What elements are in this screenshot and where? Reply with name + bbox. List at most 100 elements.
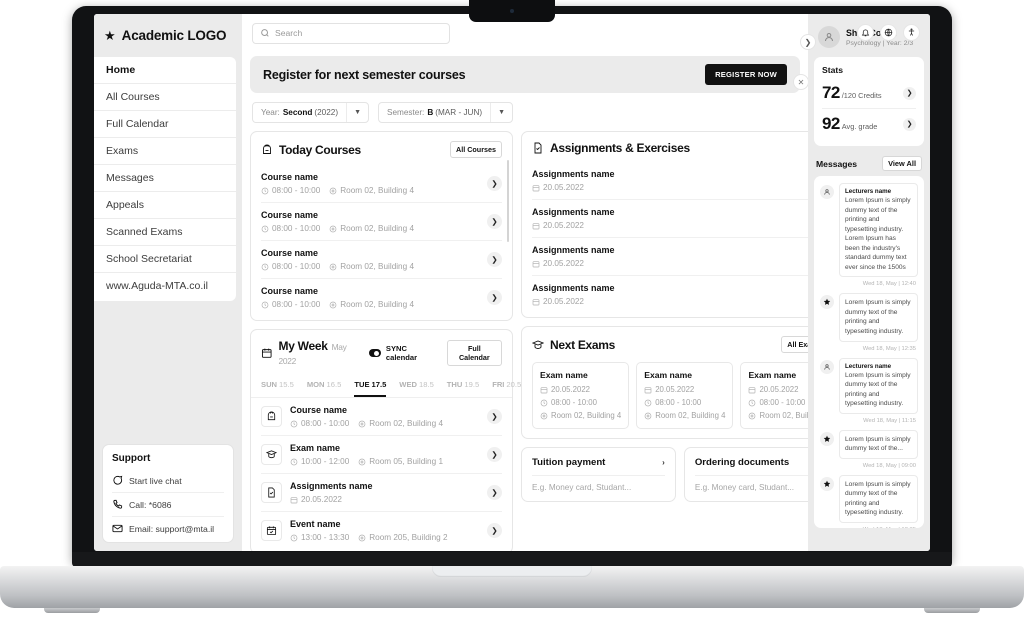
sync-calendar-toggle[interactable]: SYNC calendar Full Calendar [368, 340, 502, 366]
stat-credits[interactable]: 72 /120 Credits ❯ [822, 78, 916, 108]
toggle-switch[interactable] [368, 349, 381, 357]
day-tab-mon[interactable]: MON 16.5 [307, 376, 342, 397]
chevron-right-icon[interactable]: ❯ [487, 485, 502, 500]
phone-icon [113, 499, 123, 509]
screen-content: ★ Academic LOGO Home All Courses Full Ca… [94, 14, 930, 551]
exam-room: Room 02, Building 4 [748, 411, 808, 420]
list-item[interactable]: Exam name 10:00 - 12:00 Room 05, Buildin… [261, 436, 502, 474]
sidebar-item-all-courses[interactable]: All Courses [94, 84, 236, 111]
today-courses-header: Today Courses All Courses [251, 132, 512, 165]
course-title: Course name [261, 210, 319, 220]
list-item[interactable]: Lecturers name Lorem Ipsum is simply dum… [820, 183, 918, 278]
exam-card[interactable]: Exam name 20.05.2022 08:00 - 10:00 Room … [532, 362, 630, 429]
chevron-right-icon[interactable]: ❯ [487, 523, 502, 538]
list-item[interactable]: Lorem Ipsum is simply dummy text of the.… [820, 429, 918, 459]
course-title: Course name [261, 248, 319, 258]
stat-avg-grade[interactable]: 92 Avg. grade ❯ [822, 109, 916, 139]
close-banner-button[interactable]: ✕ [793, 74, 808, 90]
sidebar-item-messages[interactable]: Messages [94, 165, 236, 192]
ordering-documents-card[interactable]: Ordering documents › E.g. Money card, St… [683, 447, 808, 502]
list-item[interactable]: Lecturers name Lorem Ipsum is simply dum… [820, 357, 918, 414]
list-item[interactable]: Course name 08:00 - 10:00 Room 02, Build… [261, 398, 502, 436]
support-call[interactable]: Call: *6086 [112, 493, 224, 517]
clock-icon [290, 420, 298, 427]
sidebar-item-appeals[interactable]: Appeals [94, 192, 236, 219]
day-tab-sun[interactable]: SUN 15.5 [261, 376, 294, 397]
table-row[interactable]: Course name 08:00 - 10:00 Room 02, Build… [261, 165, 502, 203]
table-row[interactable]: Assignments name 20.05.2022 ❯ [532, 238, 808, 276]
sidebar-item-aguda-link[interactable]: www.Aguda-MTA.co.il [94, 273, 236, 299]
support-email[interactable]: Email: support@mta.il [112, 517, 224, 536]
next-exams-strip: Exam name 20.05.2022 08:00 - 10:00 Room … [522, 360, 808, 438]
document-check-icon [534, 142, 542, 154]
message-text: Lorem Ipsum is simply dummy text of the … [845, 371, 911, 408]
day-tab-thu[interactable]: THU 19.5 [447, 376, 479, 397]
chevron-right-icon[interactable]: › [662, 458, 665, 467]
table-row[interactable]: Course name 08:00 - 10:00 Room 02, Build… [261, 241, 502, 279]
support-live-chat[interactable]: Start live chat [112, 469, 224, 493]
chevron-right-icon[interactable]: ❯ [487, 176, 502, 191]
sidebar-item-full-calendar[interactable]: Full Calendar [94, 111, 236, 138]
next-exams-header: Next Exams All Exams [522, 327, 808, 360]
user-icon [820, 185, 834, 199]
day-tab-fri[interactable]: FRI 20.5 [492, 376, 521, 397]
message-timestamp: Wed 18, May | 12:40 [862, 281, 916, 288]
list-item[interactable]: Assignments name 20.05.2022 ❯ [261, 474, 502, 512]
table-row[interactable]: Assignments name 20.05.2022 ❯ [532, 200, 808, 238]
register-now-button[interactable]: REGISTER NOW [705, 64, 787, 85]
exam-card[interactable]: Exam name 20.05.2022 08:00 - 10:00 Room … [740, 362, 808, 429]
semester-filter[interactable]: Semester: B (MAR - JUN) ▼ [378, 102, 514, 123]
sidebar-item-school-secretariat[interactable]: School Secretariat [94, 246, 236, 273]
laptop-foot-left [44, 608, 100, 613]
assignments-card: Assignments & Exercises Assignments name… [521, 131, 808, 318]
exam-time: 08:00 - 10:00 [644, 398, 725, 407]
notification-bell-icon[interactable] [857, 24, 874, 41]
chevron-right-icon[interactable]: ❯ [487, 447, 502, 462]
chevron-right-icon[interactable]: ❯ [487, 409, 502, 424]
sidebar-item-scanned-exams[interactable]: Scanned Exams [94, 219, 236, 246]
chevron-right-icon[interactable]: ❯ [903, 86, 916, 100]
star-icon: ★ [104, 28, 116, 43]
day-tab-wed[interactable]: WED 18.5 [399, 376, 434, 397]
table-row[interactable]: Course name 08:00 - 10:00 Room 02, Build… [261, 203, 502, 241]
clock-icon [644, 399, 652, 406]
list-item[interactable]: Lorem Ipsum is simply dummy text of the … [820, 293, 918, 342]
location-pin-icon [358, 534, 366, 541]
star-icon [820, 295, 834, 310]
scrollbar[interactable] [506, 160, 509, 242]
accessibility-icon[interactable] [903, 24, 920, 41]
table-row[interactable]: Course name 08:00 - 10:00 Room 02, Build… [261, 279, 502, 316]
list-item[interactable]: Lorem Ipsum is simply dummy text of the … [820, 474, 918, 524]
chevron-right-icon[interactable]: ❯ [487, 290, 502, 305]
chevron-right-icon[interactable]: ❯ [903, 117, 916, 131]
search-input[interactable]: Search [252, 22, 450, 44]
sidebar-item-exams[interactable]: Exams [94, 138, 236, 165]
exam-card[interactable]: Exam name 20.05.2022 08:00 - 10:00 Room … [636, 362, 734, 429]
exam-title: Exam name [748, 370, 797, 380]
all-exams-button[interactable]: All Exams [781, 336, 808, 353]
calendar-icon [532, 184, 540, 191]
chevron-right-icon[interactable]: ❯ [487, 214, 502, 229]
collapse-panel-button[interactable]: ❯ [800, 34, 816, 50]
table-row[interactable]: Assignments name 20.05.2022 ❯ [532, 276, 808, 313]
table-row[interactable]: Assignments name 20.05.2022 ❯ [532, 162, 808, 200]
message-sender: Lecturers name [845, 362, 892, 370]
chat-bubble-icon [113, 475, 123, 485]
chevron-right-icon[interactable]: ❯ [487, 252, 502, 267]
day-tab-tue[interactable]: TUE 17.5 [354, 376, 387, 397]
calendar-event-icon [261, 520, 282, 541]
full-calendar-button[interactable]: Full Calendar [446, 340, 502, 366]
brand-logo[interactable]: ★ Academic LOGO [94, 14, 242, 57]
sidebar-item-home[interactable]: Home [94, 57, 236, 84]
year-filter[interactable]: Year: Second (2022) ▼ [252, 102, 370, 123]
tuition-payment-card[interactable]: Tuition payment › E.g. Money card, Studa… [521, 447, 676, 502]
view-all-messages-button[interactable]: View All [882, 156, 922, 171]
list-item[interactable]: Event name 13:00 - 13:30 Room 205, Build… [261, 512, 502, 549]
calendar-icon [532, 222, 540, 229]
globe-language-icon[interactable] [880, 24, 897, 41]
message-text: Lorem Ipsum is simply dummy text of the … [845, 197, 911, 271]
location-pin-icon [329, 263, 337, 270]
messages-list[interactable]: Lecturers name Lorem Ipsum is simply dum… [814, 176, 924, 528]
assignments-list: Assignments name 20.05.2022 ❯ Assignment… [522, 162, 808, 317]
all-courses-button[interactable]: All Courses [450, 141, 502, 158]
